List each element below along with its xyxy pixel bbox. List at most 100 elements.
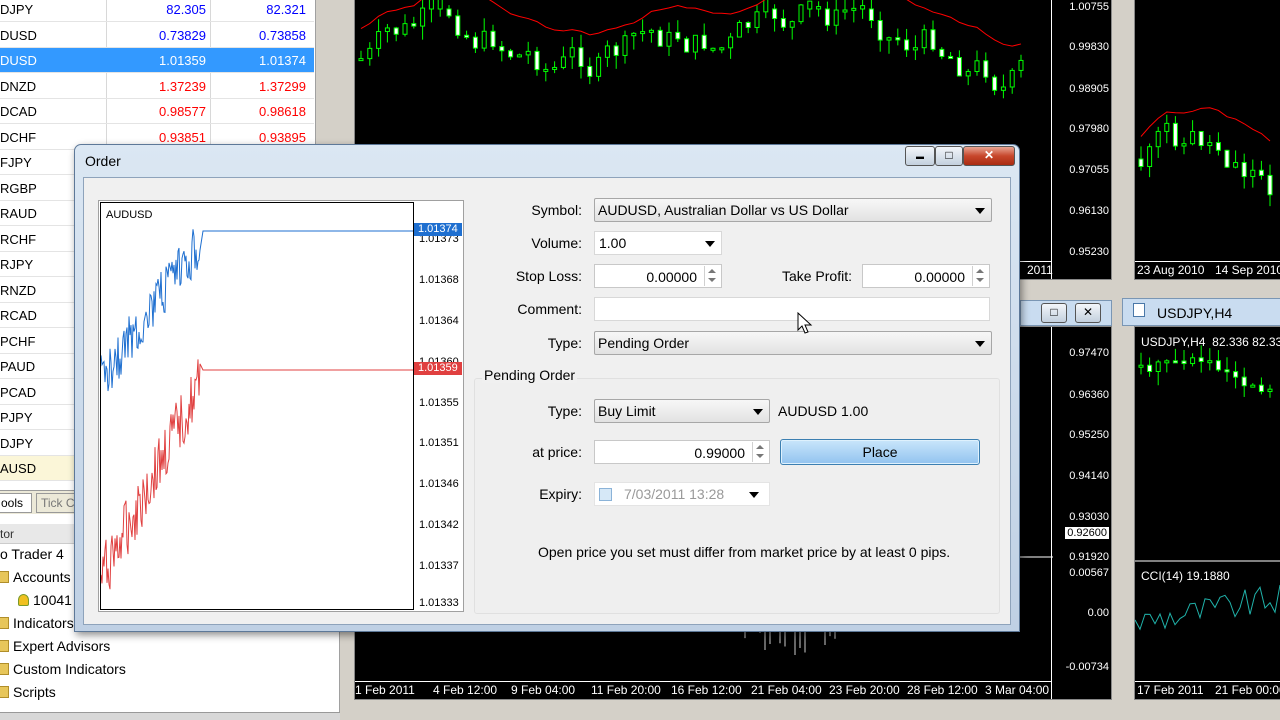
tick-price-label: 1.01342 — [419, 519, 459, 531]
spin-arrows-icon[interactable] — [752, 442, 768, 462]
expiry-checkbox[interactable] — [599, 488, 612, 501]
market-watch-row[interactable]: DJPY 82.305 82.321 — [0, 0, 314, 22]
market-watch-row[interactable]: DCAD 0.98577 0.98618 — [0, 99, 314, 124]
candle-body — [490, 30, 496, 48]
maximize-button[interactable]: □ — [935, 146, 963, 166]
dialog-title: Order — [85, 153, 121, 169]
candle-body — [1147, 364, 1153, 372]
price-tick: 0.93030 — [1069, 511, 1109, 523]
take-profit-stepper[interactable]: 0.00000 — [862, 264, 990, 288]
close-button[interactable]: ✕ — [1075, 303, 1101, 323]
candle-body — [728, 36, 734, 49]
folder-icon — [0, 686, 9, 698]
minimize-icon: ▬ — [916, 152, 924, 161]
close-icon: ✕ — [983, 148, 995, 162]
usdjpy-chart-titlebar[interactable]: USDJPY,H4 — [1122, 298, 1280, 326]
nav-item-indicators[interactable]: Indicators — [0, 615, 74, 631]
comment-input[interactable] — [594, 297, 990, 321]
expiry-picker[interactable]: 7/03/2011 13:28 — [594, 482, 770, 506]
candle-body — [420, 7, 426, 27]
time-tick: 14 Sep 2010 — [1215, 263, 1280, 277]
chevron-down-icon — [749, 492, 759, 498]
candle-body — [780, 18, 786, 28]
candle-body — [437, 0, 443, 10]
candle-body — [1215, 360, 1221, 371]
symbol-cell: DJPY — [0, 435, 34, 451]
nav-item-scripts[interactable]: Scripts — [0, 684, 56, 700]
tick-lines — [101, 229, 413, 590]
nav-item-terminal[interactable]: o Trader 4 — [0, 546, 64, 562]
candle-body — [1172, 122, 1178, 147]
candle-body — [1250, 384, 1256, 388]
pending-type-value: Buy Limit — [598, 403, 656, 419]
candle-body — [428, 0, 434, 10]
symbol-cell: RJPY — [0, 257, 34, 272]
usdjpy-chart-window[interactable]: USDJPY,H4 82.336 82.33 CCI(14) 19.1880 1… — [1134, 326, 1280, 700]
nav-item-label: 10041 — [33, 592, 72, 608]
minimize-button[interactable]: ▬ — [905, 146, 935, 166]
price-distance-note: Open price you set must differ from mark… — [538, 544, 951, 560]
at-price-label: at price: — [532, 444, 582, 460]
symbol-cell: RAUD — [0, 206, 37, 221]
market-watch-row[interactable]: DNZD 1.37239 1.37299 — [0, 74, 314, 99]
volume-select[interactable]: 1.00 — [594, 231, 722, 255]
right-top-chart-window[interactable]: 23 Aug 2010 14 Sep 2010 — [1134, 0, 1280, 280]
symbol-cell: PCHF — [0, 333, 36, 349]
maximize-icon: □ — [945, 148, 953, 162]
symbol-cell: DCHF — [0, 129, 37, 145]
price-tick: 0.96130 — [1069, 205, 1109, 217]
price-tick: 1.00755 — [1069, 1, 1109, 13]
nav-item-accounts[interactable]: Accounts — [0, 569, 71, 585]
ask-cell: 0.73858 — [259, 27, 306, 43]
candle-body — [384, 27, 390, 33]
candle-body — [939, 48, 945, 57]
candle-body — [516, 54, 522, 58]
stop-loss-value: 0.00000 — [646, 269, 697, 285]
tick-chart: AUDUSD 1.01373 1.01368 1.01364 1.01360 1… — [98, 200, 464, 612]
candle-body — [1233, 371, 1239, 378]
candle-body — [1147, 146, 1153, 167]
expiry-label: Expiry: — [539, 486, 582, 502]
nav-item-account[interactable]: 10041 — [18, 592, 72, 608]
place-button[interactable]: Place — [780, 439, 980, 465]
restore-button[interactable]: □ — [1041, 303, 1067, 323]
volume-label: Volume: — [531, 235, 582, 251]
order-type-label: Type: — [547, 335, 582, 351]
close-button[interactable]: ✕ — [963, 146, 1015, 166]
candle-body — [1250, 169, 1256, 178]
middle-chart-titlebar[interactable]: □ ✕ — [1020, 300, 1112, 326]
tick-line — [101, 229, 413, 392]
symbol-select[interactable]: AUDUSD, Australian Dollar vs US Dollar — [594, 198, 992, 222]
market-watch-row[interactable]: DUSD 1.01359 1.01374 — [0, 48, 314, 73]
tab-label: Tick C — [41, 496, 75, 510]
tick-price-label: 1.01333 — [419, 597, 459, 609]
symbol-cell: RCAD — [0, 308, 37, 323]
candle-body — [657, 29, 663, 47]
candle-body — [772, 8, 778, 20]
pending-order-group-label: Pending Order — [482, 367, 578, 383]
candle-body — [710, 47, 716, 51]
folder-icon — [0, 640, 9, 652]
ask-cell: 1.01374 — [259, 53, 306, 68]
market-watch-row[interactable]: DUSD 0.73829 0.73858 — [0, 23, 314, 48]
candle-body — [1000, 86, 1006, 91]
order-type-select[interactable]: Pending Order — [594, 331, 992, 355]
bid-cell: 0.98577 — [159, 104, 206, 119]
tick-chart-symbol: AUDUSD — [106, 209, 153, 221]
spin-arrows-icon[interactable] — [704, 266, 720, 286]
candle-body — [1018, 59, 1024, 71]
tab-symbols[interactable]: ools — [0, 493, 32, 513]
nav-item-label: Indicators — [13, 615, 74, 631]
candle-body — [1164, 360, 1170, 364]
candle-body — [1233, 162, 1239, 168]
spin-arrows-icon[interactable] — [972, 266, 988, 286]
candle-body — [860, 5, 866, 10]
candle-body — [675, 31, 681, 40]
tick-price-label: 1.01368 — [419, 274, 459, 286]
pending-type-select[interactable]: Buy Limit — [594, 399, 770, 423]
dialog-body: AUDUSD 1.01373 1.01368 1.01364 1.01360 1… — [83, 177, 1011, 625]
at-price-stepper[interactable]: 0.99000 — [594, 440, 770, 464]
nav-item-custom-indicators[interactable]: Custom Indicators — [0, 661, 126, 677]
stop-loss-stepper[interactable]: 0.00000 — [594, 264, 722, 288]
nav-item-expert-advisors[interactable]: Expert Advisors — [0, 638, 110, 654]
